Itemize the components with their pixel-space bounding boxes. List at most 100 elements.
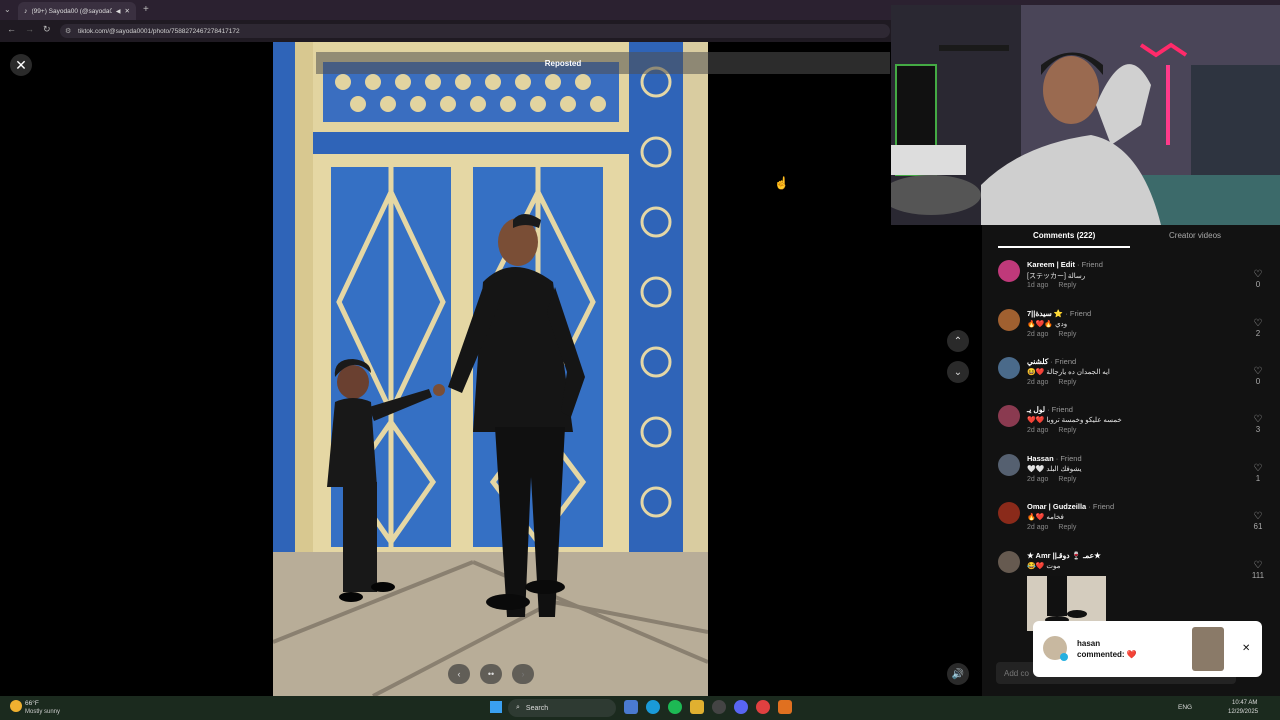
tab-close-icon[interactable]: ✕: [125, 7, 130, 15]
reply-button[interactable]: Reply: [1058, 331, 1076, 338]
chevron-right-icon: ›: [521, 669, 525, 679]
like-count: 0: [1255, 377, 1261, 386]
heart-icon: ♡: [1253, 269, 1263, 280]
weather-sun-icon[interactable]: [10, 700, 22, 712]
comment-author[interactable]: Omar | Gudzeilla · Friend: [1027, 502, 1114, 511]
active-tab-indicator: [998, 246, 1130, 248]
tab-creator-videos[interactable]: Creator videos: [1169, 231, 1221, 240]
new-tab-button[interactable]: +: [143, 4, 149, 15]
webcam-image: [891, 5, 1280, 225]
like-count: 1: [1255, 474, 1261, 483]
spotify-icon[interactable]: [668, 700, 682, 714]
carousel-dots: ••: [480, 664, 502, 684]
like-button[interactable]: ♡ 61: [1250, 511, 1266, 532]
comment-author-name: ★ Amr ||عمـ 🍷 دوقـ★: [1027, 551, 1101, 560]
like-button[interactable]: ♡ 0: [1250, 269, 1266, 290]
comment-text: 😆❤️ ايه الجمدان ده يارجالة: [1027, 369, 1110, 376]
reply-button[interactable]: Reply: [1058, 476, 1076, 483]
add-comment-placeholder: Add co: [1004, 668, 1029, 678]
clock-date[interactable]: 12/29/2025: [1228, 709, 1258, 715]
like-button[interactable]: ♡ 111: [1250, 561, 1266, 581]
back-icon[interactable]: ←: [7, 24, 16, 34]
discord-icon[interactable]: [734, 700, 748, 714]
comment-avatar[interactable]: [998, 454, 1020, 476]
comment-avatar[interactable]: [998, 502, 1020, 524]
comment-author[interactable]: كلشني · Friend: [1027, 357, 1076, 366]
app-icon[interactable]: [778, 700, 792, 714]
close-viewer-button[interactable]: ✕: [10, 54, 32, 76]
widgets-icon[interactable]: [624, 700, 638, 714]
webcam-overlay: [891, 5, 1280, 225]
comment-avatar[interactable]: [998, 260, 1020, 282]
comment-author[interactable]: 7||سيدة ⭐ · Friend: [1027, 309, 1091, 318]
language-indicator[interactable]: ENG: [1178, 704, 1192, 711]
forward-icon[interactable]: →: [25, 24, 34, 34]
comment-author[interactable]: Kareem | Edit · Friend: [1027, 260, 1103, 269]
edge-icon[interactable]: [646, 700, 660, 714]
taskbar-search[interactable]: ⌕ Search: [508, 699, 616, 717]
comment-notification[interactable]: hasan commented: ❤️ ✕: [1033, 621, 1262, 677]
site-info-icon[interactable]: ⚙: [65, 27, 71, 35]
like-button[interactable]: ♡ 2: [1250, 319, 1266, 339]
heart-icon: ♡: [1253, 511, 1263, 522]
comment-item: كلشني · Friend 😆❤️ ايه الجمدان ده يارجالة…: [998, 357, 1266, 401]
sound-toggle-button[interactable]: 🔊: [947, 663, 969, 685]
reply-button[interactable]: Reply: [1058, 427, 1076, 434]
obs-icon[interactable]: [712, 700, 726, 714]
friend-badge-icon: [1060, 653, 1068, 661]
heart-icon: ♡: [1253, 366, 1263, 377]
tab-comments[interactable]: Comments (222): [1033, 231, 1095, 240]
close-icon: ✕: [15, 56, 27, 73]
windows-taskbar: [0, 696, 1280, 720]
comment-text: ❤️❤️ خمسه عليكو وخمسة تروبا: [1027, 417, 1122, 424]
reply-button[interactable]: Reply: [1058, 379, 1076, 386]
reload-icon[interactable]: ↻: [43, 24, 51, 35]
url-input[interactable]: tiktok.com/@sayoda0001/photo/75882724672…: [60, 24, 890, 38]
friend-tag: · Friend: [1074, 260, 1103, 269]
like-count: 61: [1253, 522, 1263, 531]
like-button[interactable]: ♡ 0: [1250, 366, 1266, 387]
reply-button[interactable]: Reply: [1058, 282, 1076, 289]
next-post-button[interactable]: ⌄: [947, 361, 969, 383]
close-icon[interactable]: ✕: [1242, 643, 1250, 654]
start-button[interactable]: [490, 701, 502, 713]
chevron-up-icon: ⌃: [953, 335, 963, 347]
audio-icon[interactable]: ◀: [116, 8, 121, 15]
like-button[interactable]: ♡ 1: [1250, 463, 1266, 484]
comment-avatar[interactable]: [998, 309, 1020, 331]
heart-icon: ♡: [1253, 463, 1263, 474]
friend-tag: · Friend: [1044, 405, 1073, 414]
friend-tag: · Friend: [1086, 502, 1115, 511]
comment-meta: 2d ago Reply: [1027, 331, 1086, 338]
tiktok-icon: ♪: [24, 7, 28, 15]
comment-time: 1d ago: [1027, 282, 1049, 289]
search-icon: ⌕: [516, 704, 520, 711]
tab-list-icon[interactable]: ⌄: [4, 5, 11, 14]
carousel-next-button[interactable]: ›: [512, 664, 534, 684]
comment-avatar[interactable]: [998, 551, 1020, 573]
post-photo: [273, 42, 708, 696]
repost-banner: Reposted: [316, 52, 890, 74]
reply-button[interactable]: Reply: [1058, 524, 1076, 531]
comment-time: 2d ago: [1027, 476, 1049, 483]
comment-author-name: كلشني: [1027, 357, 1049, 366]
mouse-cursor-icon: ☝: [774, 176, 789, 190]
comment-author[interactable]: ★ Amr ||عمـ 🍷 دوقـ★: [1027, 551, 1101, 560]
clock-time[interactable]: 10:47 AM: [1232, 700, 1257, 706]
comment-item: Kareem | Edit · Friend [ステッカー] رسالة 1d ag…: [998, 260, 1266, 304]
comment-meta: 2d ago Reply: [1027, 379, 1086, 386]
comment-avatar[interactable]: [998, 357, 1020, 379]
like-button[interactable]: ♡ 3: [1250, 415, 1266, 435]
file-explorer-icon[interactable]: [690, 700, 704, 714]
browser-tab[interactable]: ♪ (99+) Sayoda00 (@sayoda0... ◀ ✕: [18, 2, 136, 20]
comment-avatar[interactable]: [998, 405, 1020, 427]
comment-author[interactable]: لول يـ · Friend: [1027, 405, 1073, 414]
chrome-icon[interactable]: [756, 700, 770, 714]
comment-text: 🔥❤️ فخامه: [1027, 514, 1064, 521]
comment-text: [ステッカー] رسالة: [1027, 273, 1086, 280]
comment-item: لول يـ · Friend ❤️❤️ خمسه عليكو وخمسة ترو…: [998, 405, 1266, 449]
previous-post-button[interactable]: ⌃: [947, 330, 969, 352]
comment-author[interactable]: Hassan · Friend: [1027, 454, 1082, 463]
comment-author-name: لول يـ: [1027, 405, 1045, 414]
carousel-prev-button[interactable]: ‹: [448, 664, 470, 684]
